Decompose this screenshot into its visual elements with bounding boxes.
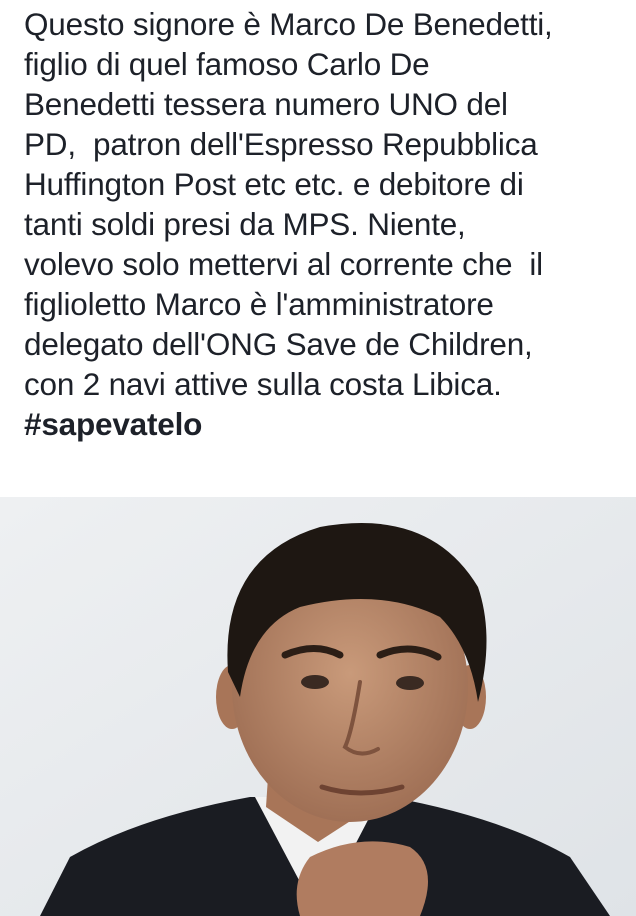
hashtag-link[interactable]: #sapevatelo bbox=[24, 404, 624, 444]
post-text-line: volevo solo mettervi al corrente che il bbox=[24, 246, 543, 282]
post-text-line: figlio di quel famoso Carlo De bbox=[24, 46, 430, 82]
portrait-illustration bbox=[0, 497, 636, 916]
post-text-line: Benedetti tessera numero UNO del bbox=[24, 86, 508, 122]
post-text-line: delegato dell'ONG Save de Children, bbox=[24, 326, 533, 362]
post-text: Questo signore è Marco De Benedetti, fig… bbox=[24, 4, 624, 444]
post-photo[interactable] bbox=[0, 497, 636, 916]
post-text-line: Questo signore è Marco De Benedetti, bbox=[24, 6, 553, 42]
post-text-line: tanti soldi presi da MPS. Niente, bbox=[24, 206, 466, 242]
post-text-line: PD, patron dell'Espresso Repubblica bbox=[24, 126, 538, 162]
post-text-line: con 2 navi attive sulla costa Libica. bbox=[24, 366, 502, 402]
post-card: Questo signore è Marco De Benedetti, fig… bbox=[0, 0, 636, 916]
post-text-line: Huffington Post etc etc. e debitore di bbox=[24, 166, 524, 202]
post-text-line: figlioletto Marco è l'amministratore bbox=[24, 286, 494, 322]
